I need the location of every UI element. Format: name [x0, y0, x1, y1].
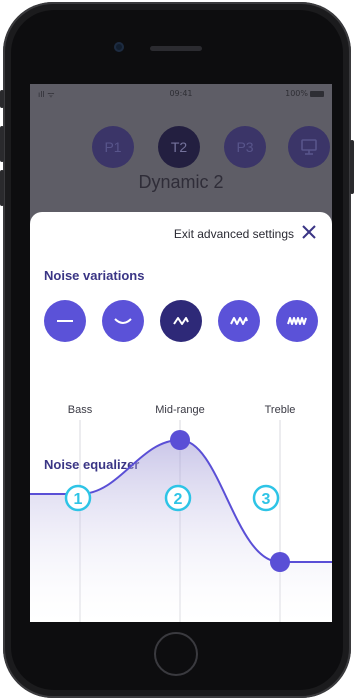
- equalizer-fill: [30, 440, 332, 622]
- band-marker-1: 1: [64, 484, 92, 512]
- flat-line-icon: [57, 320, 73, 322]
- mute-switch: [0, 90, 4, 108]
- battery-icon: [310, 90, 324, 97]
- equalizer-graph: 1 2 3: [30, 420, 332, 622]
- gentle-curve-icon: [114, 318, 132, 324]
- mid-range-handle[interactable]: [170, 430, 190, 450]
- variation-flat-button[interactable]: [44, 300, 86, 342]
- svg-text:1: 1: [74, 491, 83, 508]
- band-marker-2: 2: [164, 484, 192, 512]
- screen: ıll ᯤ 09:41 100% P1 T2 P3 Dynamic 2 Exit…: [30, 84, 332, 622]
- status-bar: ıll ᯤ 09:41 100%: [30, 88, 332, 102]
- preset-p3[interactable]: P3: [224, 126, 266, 168]
- wave-icon: [173, 317, 189, 325]
- variation-multi-wave-button[interactable]: [218, 300, 260, 342]
- preset-p1[interactable]: P1: [92, 126, 134, 168]
- band-label-bass: Bass: [67, 404, 93, 416]
- svg-text:2: 2: [174, 491, 183, 508]
- profile-name: Dynamic 2: [138, 172, 224, 192]
- battery-indicator: 100%: [285, 89, 324, 98]
- front-camera: [114, 42, 124, 52]
- monitor-icon: [301, 139, 317, 155]
- variation-wave-button[interactable]: [160, 300, 202, 342]
- multi-wave-icon: [230, 317, 248, 325]
- home-button[interactable]: [154, 632, 198, 676]
- volume-up-button: [0, 126, 4, 162]
- earpiece-speaker: [150, 46, 202, 51]
- exit-advanced-settings-link[interactable]: Exit advanced settings: [174, 227, 294, 241]
- band-label-mid-range: Mid-range: [155, 404, 205, 416]
- close-icon[interactable]: [300, 223, 318, 241]
- treble-handle[interactable]: [270, 552, 290, 572]
- band-marker-3: 3: [252, 484, 280, 512]
- band-label-treble: Treble: [264, 404, 296, 416]
- variation-dense-wave-button[interactable]: [276, 300, 318, 342]
- noise-variations-title: Noise variations: [44, 268, 145, 283]
- battery-percent: 100%: [285, 89, 308, 98]
- power-button: [350, 140, 354, 194]
- volume-down-button: [0, 170, 4, 206]
- preset-row: P1 T2 P3: [30, 126, 332, 170]
- variation-gentle-button[interactable]: [102, 300, 144, 342]
- preset-t2[interactable]: T2: [158, 126, 200, 168]
- preset-monitor[interactable]: [288, 126, 330, 168]
- svg-text:3: 3: [262, 491, 271, 508]
- dense-wave-icon: [287, 317, 307, 325]
